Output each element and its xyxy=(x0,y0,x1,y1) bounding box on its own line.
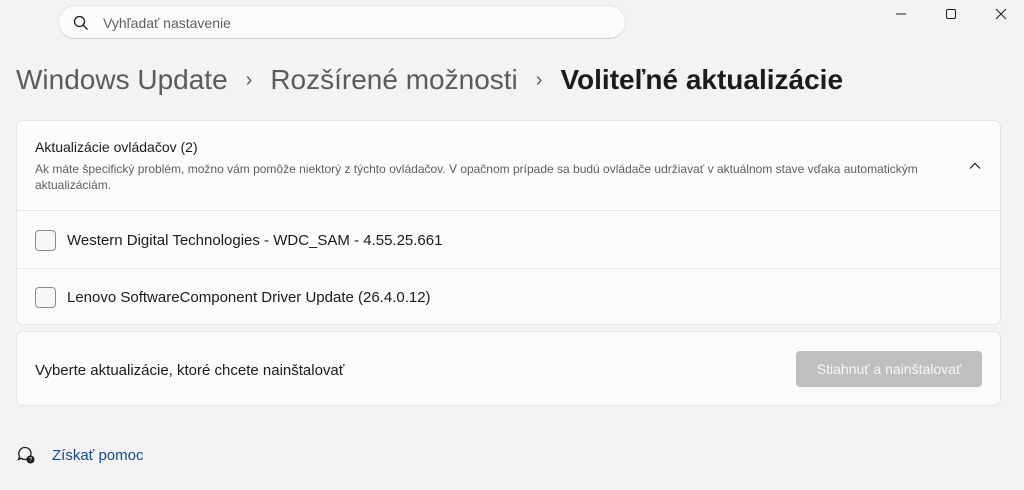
breadcrumb-separator: › xyxy=(245,68,253,91)
driver-item[interactable]: Lenovo SoftwareComponent Driver Update (… xyxy=(17,269,1000,326)
search-icon xyxy=(73,15,89,31)
install-card: Vyberte aktualizácie, ktoré chcete nainš… xyxy=(16,331,1001,406)
minimize-icon xyxy=(896,13,906,15)
breadcrumb-separator: › xyxy=(535,68,543,91)
breadcrumb-windows-update[interactable]: Windows Update xyxy=(16,64,228,96)
search-input[interactable] xyxy=(103,12,603,34)
breadcrumb: Windows Update › Rozšírené možnosti › Vo… xyxy=(16,58,843,102)
driver-updates-card: Aktualizácie ovládačov (2) Ak máte špeci… xyxy=(16,120,1001,325)
driver-updates-header[interactable]: Aktualizácie ovládačov (2) Ak máte špeci… xyxy=(17,121,1000,211)
install-prompt: Vyberte aktualizácie, ktoré chcete nainš… xyxy=(35,362,345,379)
search-box[interactable] xyxy=(58,5,626,39)
driver-item[interactable]: Western Digital Technologies - WDC_SAM -… xyxy=(17,212,1000,269)
get-help-link[interactable]: Získať pomoc xyxy=(52,447,144,464)
get-help[interactable]: ? Získať pomoc xyxy=(16,444,144,466)
driver-checkbox[interactable] xyxy=(35,229,56,251)
maximize-button[interactable] xyxy=(928,0,974,28)
driver-checkbox[interactable] xyxy=(35,287,56,308)
close-button[interactable] xyxy=(978,0,1024,28)
driver-item-label: Lenovo SoftwareComponent Driver Update (… xyxy=(67,289,431,306)
driver-updates-description: Ak máte špecifický problém, možno vám po… xyxy=(35,162,918,192)
driver-updates-title: Aktualizácie ovládačov (2) xyxy=(35,139,198,155)
close-icon xyxy=(995,8,1007,20)
driver-item-label: Western Digital Technologies - WDC_SAM -… xyxy=(67,231,443,249)
page-title: Voliteľné aktualizácie xyxy=(560,64,844,95)
breadcrumb-advanced-options[interactable]: Rozšírené možnosti xyxy=(270,64,517,96)
help-chat-icon: ? xyxy=(16,445,36,465)
maximize-icon xyxy=(946,9,956,19)
minimize-button[interactable] xyxy=(878,0,924,28)
download-install-button[interactable]: Stiahnuť a nainštalovať xyxy=(796,351,982,387)
chevron-up-icon[interactable] xyxy=(966,157,984,175)
